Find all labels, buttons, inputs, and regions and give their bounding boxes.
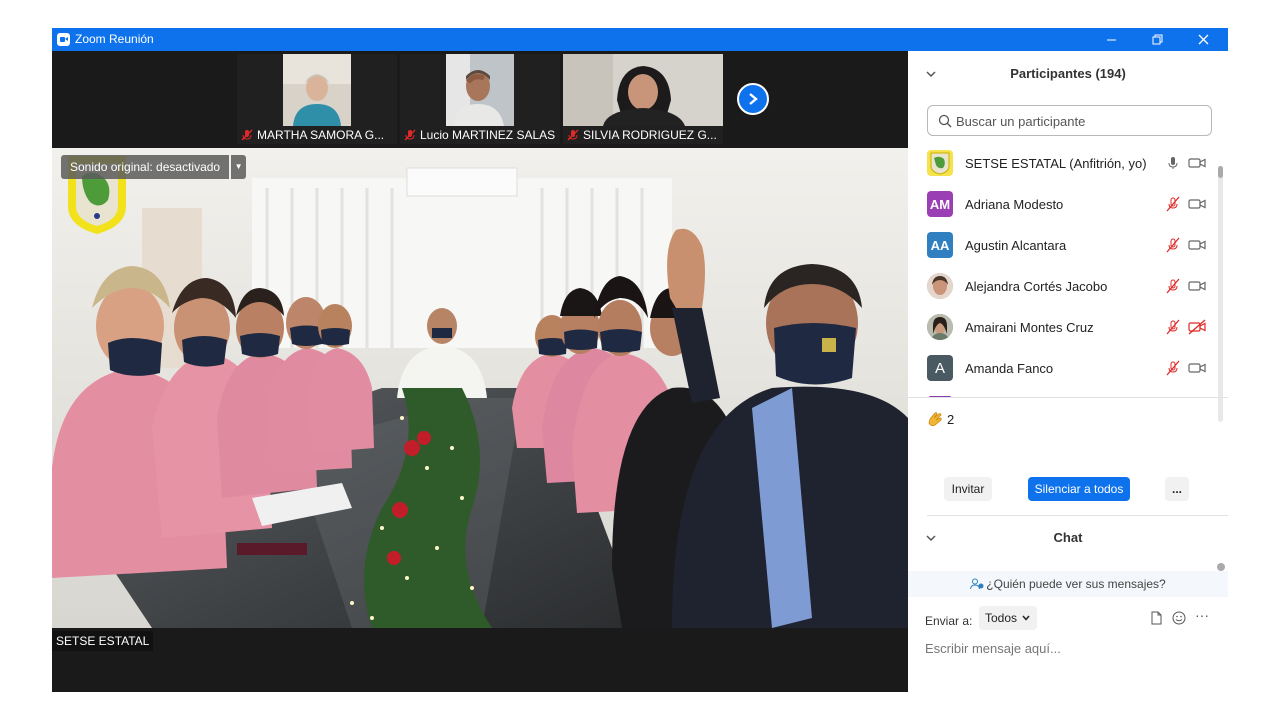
send-to-value: Todos [985, 611, 1018, 625]
zoom-window: Zoom Reunión MARTHA SAMORA G... Lucio MA… [52, 28, 1228, 692]
muted-mic-icon[interactable] [1165, 278, 1181, 294]
active-speaker-name: SETSE ESTATAL [52, 631, 154, 651]
more-options-button[interactable]: ... [1165, 477, 1189, 501]
participant-name: MARTHA SAMORA G... [257, 128, 385, 142]
chevron-down-icon [1022, 615, 1030, 621]
send-to-label: Enviar a: [925, 614, 973, 628]
video-camera-icon[interactable] [1188, 278, 1206, 294]
chat-more-button[interactable]: ··· [1195, 607, 1209, 623]
mute-all-button[interactable]: Silenciar a todos [1028, 477, 1130, 501]
participant-list: SETSE ESTATAL (Anfitrión, yo) AM Adriana… [908, 143, 1220, 397]
participant-row[interactable]: AM Adriana Modesto [908, 184, 1220, 225]
participant-name: Agustin Alcantara [965, 238, 1067, 253]
participant-name: Amanda Fanco [965, 361, 1054, 376]
video-area: MARTHA SAMORA G... Lucio MARTINEZ SALAS [52, 51, 908, 692]
participant-list-scrollbar[interactable] [1218, 166, 1223, 422]
people-icon [970, 578, 984, 590]
muted-mic-icon[interactable] [1165, 319, 1181, 335]
mic-icon[interactable] [1165, 155, 1181, 171]
avatar [927, 150, 953, 176]
chevron-right-icon [749, 93, 758, 105]
muted-mic-icon[interactable] [1165, 196, 1181, 212]
close-button[interactable] [1180, 28, 1226, 51]
participant-name: Lucio MARTINEZ SALAS [420, 128, 556, 142]
participant-name: SETSE ESTATAL (Anfitrión, yo) [965, 156, 1147, 171]
participant-video [563, 54, 723, 126]
reaction-count: 2 [947, 411, 955, 427]
minimize-button[interactable] [1088, 28, 1134, 51]
setse-logo-icon [930, 152, 950, 175]
participant-name: Amairani Montes Cruz [965, 320, 1094, 335]
original-sound-dropdown[interactable]: ▼ [231, 155, 247, 179]
scrollbar-thumb[interactable] [1218, 166, 1223, 178]
send-to-select[interactable]: Todos [979, 606, 1037, 630]
muted-mic-icon[interactable] [1165, 237, 1181, 253]
window-title: Zoom Reunión [75, 32, 154, 46]
title-bar: Zoom Reunión [52, 28, 1228, 51]
invite-button[interactable]: Invitar [944, 477, 992, 501]
minimize-icon [1106, 39, 1116, 41]
main-video: Sonido original: desactivado ▼ [52, 148, 908, 628]
participant-name: Adriana Modesto [965, 197, 1064, 212]
restore-button[interactable] [1134, 28, 1180, 51]
original-sound-label: Sonido original: desactivado [61, 155, 230, 179]
video-camera-icon[interactable] [1188, 237, 1206, 253]
participant-name: SILVIA RODRIGUEZ G... [583, 128, 717, 142]
search-icon [938, 114, 952, 128]
chat-message-input[interactable] [925, 638, 1215, 658]
participant-row[interactable]: SETSE ESTATAL (Anfitrión, yo) [908, 143, 1220, 184]
side-panel: Participantes (194) SETSE ESTATAL (Anfit… [908, 51, 1228, 692]
profile-photo [927, 314, 953, 340]
meeting-room-video [52, 148, 908, 628]
participant-video [446, 54, 514, 126]
participant-search[interactable] [927, 105, 1212, 136]
emoji-icon[interactable] [1172, 611, 1186, 625]
video-camera-icon[interactable] [1188, 196, 1206, 212]
original-sound-toggle[interactable]: Sonido original: desactivado ▼ [61, 155, 247, 179]
participant-row[interactable]: Alejandra Cortés Jacobo [908, 266, 1220, 307]
participant-thumbnail[interactable]: MARTHA SAMORA G... [237, 54, 397, 144]
reactions-summary: 2 [926, 410, 954, 428]
next-page-button[interactable] [737, 83, 769, 115]
muted-mic-icon[interactable] [1165, 360, 1181, 376]
chat-scrollbar[interactable] [1217, 563, 1225, 571]
who-can-see-text: ¿Quién puede ver sus mensajes? [986, 577, 1166, 591]
thumbnail-strip: MARTHA SAMORA G... Lucio MARTINEZ SALAS [52, 51, 908, 147]
participant-name: Alejandra Cortés Jacobo [965, 279, 1108, 294]
participant-row[interactable]: Amairani Montes Cruz [908, 307, 1220, 348]
participant-thumbnail[interactable]: Lucio MARTINEZ SALAS [400, 54, 560, 144]
video-camera-icon[interactable] [1188, 360, 1206, 376]
search-input[interactable] [956, 111, 1206, 131]
profile-photo [927, 273, 953, 299]
close-icon [1198, 34, 1208, 45]
participants-header: Participantes (194) [908, 51, 1228, 95]
avatar: AA [927, 232, 953, 258]
avatar [927, 314, 953, 340]
participant-video [283, 54, 351, 126]
divider [908, 397, 1228, 398]
participants-title: Participantes (194) [1010, 66, 1126, 81]
clapping-hands-icon [928, 412, 942, 427]
participant-row[interactable]: AA Agustin Alcantara [908, 225, 1220, 266]
restore-icon [1152, 34, 1162, 45]
video-off-icon[interactable] [1188, 319, 1206, 335]
file-icon[interactable] [1149, 611, 1163, 625]
participant-row[interactable]: A Amanda Fanco [908, 348, 1220, 389]
participant-thumbnail[interactable]: SILVIA RODRIGUEZ G... [563, 54, 723, 144]
zoom-logo-icon [57, 33, 70, 46]
video-camera-icon[interactable] [1188, 155, 1206, 171]
who-can-see-link[interactable]: ¿Quién puede ver sus mensajes? [908, 571, 1228, 597]
chat-title: Chat [1053, 530, 1083, 545]
avatar [927, 273, 953, 299]
participant-row[interactable] [908, 389, 1220, 397]
avatar: AM [927, 191, 953, 217]
divider [927, 515, 1228, 516]
avatar: A [927, 355, 953, 381]
